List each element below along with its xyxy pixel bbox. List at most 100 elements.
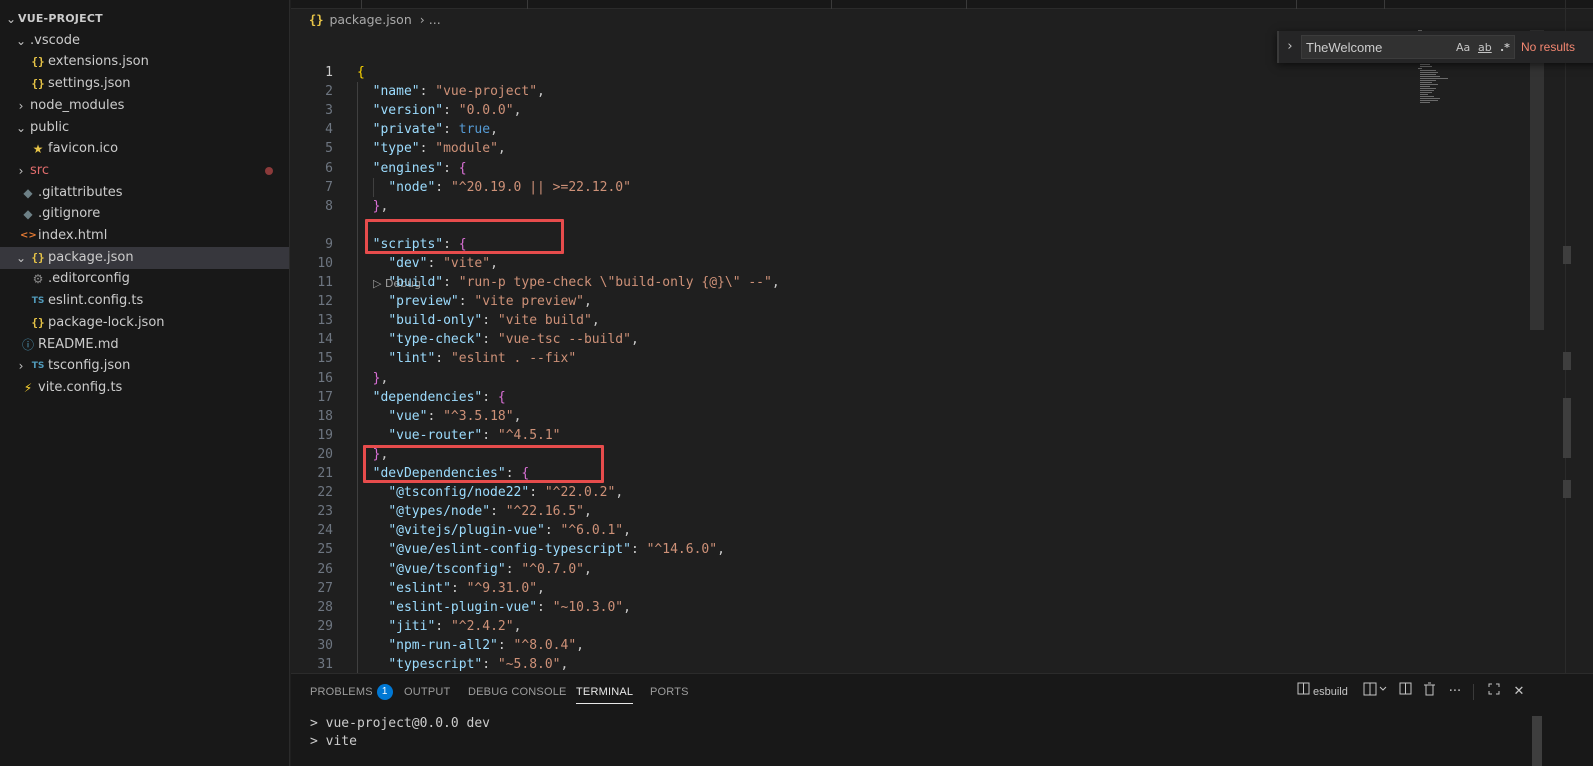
code-line[interactable]: 27 "eslint": "^9.31.0", bbox=[291, 579, 1431, 598]
breadcrumb-file[interactable]: package.json bbox=[329, 12, 411, 27]
code-line[interactable]: 29 "jiti": "^2.4.2", bbox=[291, 617, 1431, 636]
code-text: "devDependencies": { bbox=[357, 464, 530, 483]
code-token: : bbox=[450, 580, 467, 596]
code-line[interactable]: 24 "@vitejs/plugin-vue": "^6.0.1", bbox=[291, 521, 1431, 540]
trash-icon[interactable] bbox=[1421, 682, 1437, 702]
explorer-item-extensions-json[interactable]: {} extensions.json bbox=[0, 51, 289, 73]
code-line[interactable]: 17 "dependencies": { bbox=[291, 388, 1431, 407]
bottom-panel: PROBLEMS 1 OUTPUT DEBUG CONSOLE TERMINAL … bbox=[291, 673, 1593, 766]
code-text: "eslint": "^9.31.0", bbox=[357, 579, 545, 598]
explorer-item-index-html[interactable]: <> index.html bbox=[0, 225, 289, 247]
code-token: : bbox=[443, 236, 459, 252]
line-number: 6 bbox=[325, 160, 333, 176]
tab-separator bbox=[361, 0, 362, 9]
toggle-replace-chevron-icon[interactable]: › bbox=[1283, 38, 1297, 56]
explorer-item-favicon-ico[interactable]: ★ favicon.ico bbox=[0, 138, 289, 160]
code-text: "lint": "eslint . --fix" bbox=[357, 349, 576, 368]
code-token: : bbox=[482, 332, 498, 348]
code-line[interactable]: 4 "private": true, bbox=[291, 120, 1431, 139]
match-case-icon[interactable]: Aa bbox=[1456, 39, 1470, 57]
code-line[interactable]: 23 "@types/node": "^22.16.5", bbox=[291, 502, 1431, 521]
code-line[interactable]: 2 "name": "vue-project", bbox=[291, 82, 1431, 101]
more-actions-icon[interactable]: ··· bbox=[1447, 682, 1463, 702]
explorer-item-package-lock-json[interactable]: {} package-lock.json bbox=[0, 312, 289, 334]
code-line[interactable]: 7 "node": "^20.19.0 || >=22.12.0" bbox=[291, 178, 1431, 197]
code-token: , bbox=[576, 637, 584, 653]
code-line[interactable]: 26 "@vue/tsconfig": "^0.7.0", bbox=[291, 560, 1431, 579]
code-line[interactable]: 1{ bbox=[291, 63, 1431, 82]
explorer-item-package-json[interactable]: ⌄ {} package.json bbox=[0, 246, 289, 269]
tab-ports[interactable]: PORTS bbox=[650, 684, 689, 704]
previous-match-icon[interactable]: ↑ bbox=[1589, 37, 1593, 57]
code-line[interactable]: 19 "vue-router": "^4.5.1" bbox=[291, 426, 1431, 445]
whole-word-icon[interactable]: ab bbox=[1478, 39, 1492, 57]
breadcrumb-rest[interactable]: ... bbox=[429, 12, 441, 27]
line-number: 19 bbox=[317, 427, 333, 443]
explorer-item-node-modules[interactable]: › node_modules bbox=[0, 95, 289, 117]
split-terminal-icon[interactable] bbox=[1362, 682, 1390, 702]
code-line[interactable]: 22 "@tsconfig/node22": "^22.0.2", bbox=[291, 483, 1431, 502]
code-line[interactable]: 20 }, bbox=[291, 445, 1431, 464]
code-line[interactable]: 25 "@vue/eslint-config-typescript": "^14… bbox=[291, 540, 1431, 559]
explorer-item-eslint-config-ts[interactable]: TS eslint.config.ts bbox=[0, 290, 289, 312]
code-line[interactable]: 28 "eslint-plugin-vue": "~10.3.0", bbox=[291, 598, 1431, 617]
code-line[interactable]: 12 "preview": "vite preview", bbox=[291, 292, 1431, 311]
code-token: "lint" bbox=[388, 351, 436, 367]
explorer-item-gitignore[interactable]: ◆ .gitignore bbox=[0, 203, 289, 225]
minimap-line bbox=[1420, 78, 1448, 79]
code-line[interactable]: 21 "devDependencies": { bbox=[291, 464, 1431, 483]
breadcrumb[interactable]: {} package.json ›... bbox=[309, 9, 441, 31]
code-line[interactable]: 30 "npm-run-all2": "^8.0.4", bbox=[291, 636, 1431, 655]
code-area[interactable]: ▷ Debug 1{2 "name": "vue-project", 3 "ver… bbox=[291, 63, 1431, 673]
line-number: 7 bbox=[325, 179, 333, 195]
explorer-item-src[interactable]: › src bbox=[0, 160, 289, 182]
vertical-scrollbar[interactable] bbox=[1530, 30, 1544, 330]
close-panel-icon[interactable]: ✕ bbox=[1511, 682, 1527, 702]
explorer-item-vite-config-ts[interactable]: ⚡ vite.config.ts bbox=[0, 377, 289, 399]
tab-output[interactable]: OUTPUT bbox=[404, 684, 450, 704]
code-line[interactable]: 3 "version": "0.0.0", bbox=[291, 101, 1431, 120]
explorer-item-readme-md[interactable]: ⓘ README.md bbox=[0, 334, 289, 356]
explorer-item-vue-project[interactable]: ⌄ VUE-PROJECT bbox=[0, 8, 289, 30]
explorer-item-vscode[interactable]: ⌄ .vscode bbox=[0, 30, 289, 52]
code-line[interactable]: 13 "build-only": "vite build", bbox=[291, 311, 1431, 330]
code-token: "vite" bbox=[443, 255, 491, 271]
tab-debug-console[interactable]: DEBUG CONSOLE bbox=[468, 684, 567, 704]
code-line[interactable]: 10 "dev": "vite", bbox=[291, 254, 1431, 273]
code-line[interactable]: 31 "typescript": "~5.8.0", bbox=[291, 655, 1431, 673]
explorer-item-tsconfig-json[interactable]: › TS tsconfig.json bbox=[0, 355, 289, 377]
code-line[interactable]: 9 "scripts": { bbox=[291, 235, 1431, 254]
code-line[interactable]: 5 "type": "module", bbox=[291, 139, 1431, 158]
maximize-panel-icon[interactable] bbox=[1486, 682, 1502, 702]
code-text: "dev": "vite", bbox=[357, 254, 498, 273]
code-line[interactable]: 11 "build": "run-p type-check \"build-on… bbox=[291, 273, 1431, 292]
find-input[interactable] bbox=[1306, 38, 1446, 56]
split-icon[interactable] bbox=[1397, 682, 1413, 702]
regex-icon[interactable]: .* bbox=[1500, 39, 1510, 57]
explorer-item-public[interactable]: ⌄ public bbox=[0, 117, 289, 139]
code-token: "@tsconfig/node22" bbox=[388, 485, 530, 501]
code-line[interactable]: 14 "type-check": "vue-tsc --build", bbox=[291, 330, 1431, 349]
explorer-item-settings-json[interactable]: {} settings.json bbox=[0, 73, 289, 95]
tab-problems[interactable]: PROBLEMS 1 bbox=[310, 684, 393, 704]
explorer-item-gitattributes[interactable]: ◆ .gitattributes bbox=[0, 182, 289, 204]
explorer-item-editorconfig[interactable]: ⚙ .editorconfig bbox=[0, 268, 289, 290]
code-line[interactable]: 8 }, bbox=[291, 197, 1431, 216]
code-token: , bbox=[513, 408, 522, 424]
code-line[interactable]: 16 }, bbox=[291, 369, 1431, 388]
terminal-name[interactable]: esbuild bbox=[1313, 682, 1348, 702]
code-token: true bbox=[458, 122, 491, 138]
code-token: , bbox=[615, 485, 624, 501]
code-token: , bbox=[380, 198, 389, 214]
code-line[interactable]: 6 "engines": { bbox=[291, 159, 1431, 178]
tab-terminal[interactable]: TERMINAL bbox=[576, 684, 634, 704]
code-line[interactable]: 18 "vue": "^3.5.18", bbox=[291, 407, 1431, 426]
code-token: : bbox=[443, 275, 459, 290]
code-line[interactable]: 15 "lint": "eslint . --fix" bbox=[291, 349, 1431, 368]
terminal-scrollbar[interactable] bbox=[1532, 716, 1542, 766]
code-token: "engines" bbox=[372, 160, 444, 176]
